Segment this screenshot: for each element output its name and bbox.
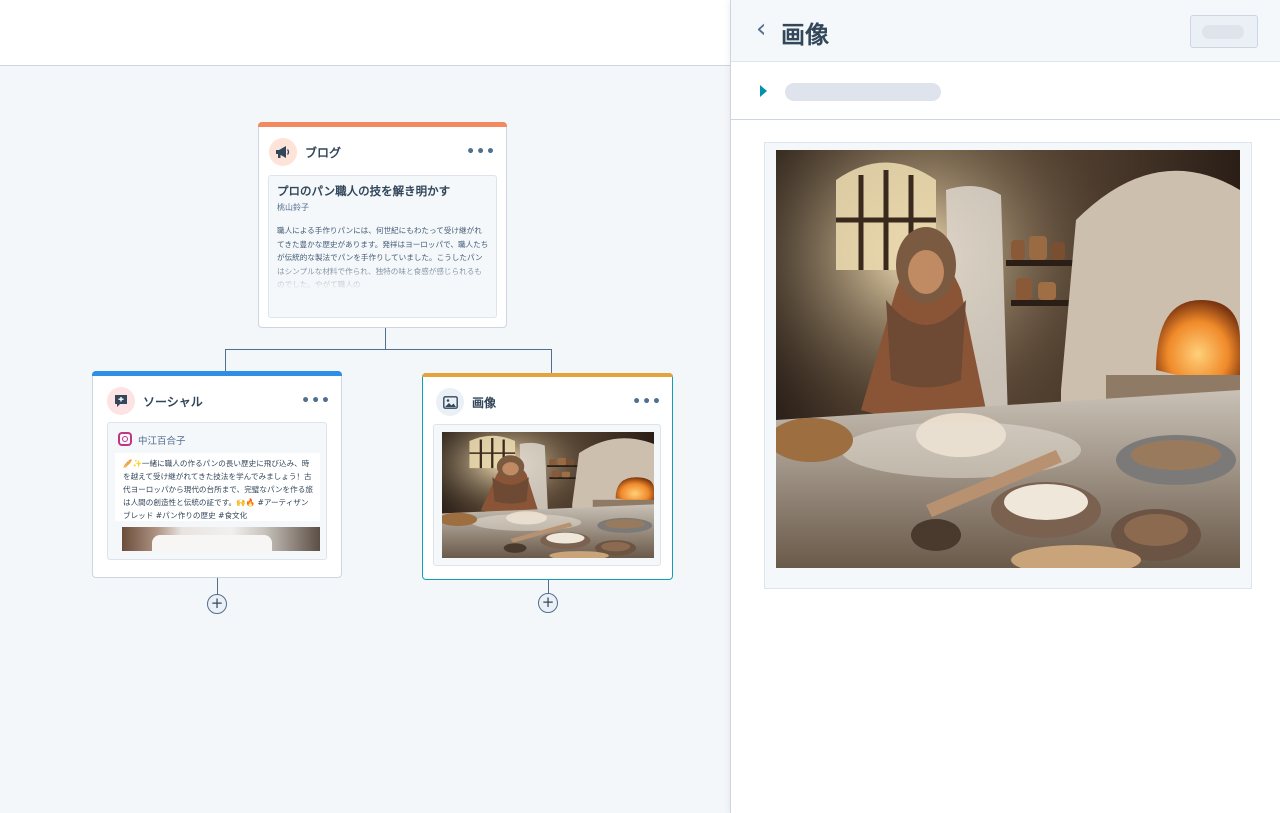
social-card[interactable]: ソーシャル ••• 中江百合子 🥖✨一緒に職人の作るパンの長い歴史に飛び込み、時… [92,371,342,578]
social-post-preview[interactable]: 中江百合子 🥖✨一緒に職人の作るパンの長い歴史に飛び込み、時を越えて受け継がれて… [107,422,327,560]
instagram-icon [118,432,132,446]
blog-card-title: ブログ [305,145,342,160]
social-card-more-icon[interactable]: ••• [301,393,331,409]
social-card-title: ソーシャル [143,394,203,409]
connector-left-drop [225,349,226,371]
bread-baking-photo [776,150,1240,568]
social-post-image [122,527,320,551]
image-detail-panel: ‹ 画像 [730,0,1280,813]
social-card-header: ソーシャル ••• [107,386,331,416]
image-card-title: 画像 [472,395,497,410]
add-stem-left [217,578,218,595]
blog-card[interactable]: ブログ ••• プロのパン職人の技を解き明かす 桃山鈴子 職人による手作りパンに… [258,122,507,328]
connector-horizontal [225,349,552,350]
panel-title: 画像 [781,21,829,49]
add-step-button-left[interactable]: + [207,594,227,614]
connector-vertical-top [385,328,386,350]
blog-card-stripe [258,122,507,127]
social-post-text: 🥖✨一緒に職人の作るパンの長い歴史に飛び込み、時を越えて受け継がれてきた技法を学… [115,453,320,521]
image-card-stripe [422,373,673,377]
panel-header: ‹ 画像 [731,0,1280,62]
blog-post-author: 桃山鈴子 [277,203,309,212]
bread-baking-thumbnail [442,432,654,558]
workflow-canvas: ブログ ••• プロのパン職人の技を解き明かす 桃山鈴子 職人による手作りパンに… [0,66,730,813]
image-card[interactable]: 画像 ••• [422,373,673,580]
canvas-toolbar [0,0,730,66]
blog-post-title: プロのパン職人の技を解き明かす [277,184,451,198]
social-card-stripe [92,371,342,376]
section-label-placeholder [785,83,941,101]
chat-bubble-icon [107,387,135,415]
image-card-header: 画像 ••• [436,387,662,417]
panel-action-button[interactable] [1190,15,1258,48]
image-preview-frame[interactable] [433,424,661,566]
megaphone-icon [269,138,297,166]
panel-section-toggle[interactable] [731,62,1280,120]
back-chevron-icon[interactable]: ‹ [756,14,766,44]
action-button-placeholder [1202,25,1244,39]
add-stem-right [548,580,549,594]
image-preview-container [764,142,1252,589]
social-account-name: 中江百合子 [138,436,186,447]
social-post-body: 🥖✨一緒に職人の作るパンの長い歴史に飛び込み、時を越えて受け継がれてきた技法を学… [123,459,313,520]
connector-right-drop [551,349,552,373]
image-card-more-icon[interactable]: ••• [632,394,662,410]
blog-card-header: ブログ ••• [269,137,496,167]
blog-post-body: 職人による手作りパンには、何世紀にもわたって受け継がれてきた豊かな歴史があります… [277,226,489,288]
expand-caret-icon[interactable] [760,85,767,97]
image-icon [436,388,464,416]
blog-card-more-icon[interactable]: ••• [466,144,496,160]
add-step-button-right[interactable]: + [538,593,558,613]
blog-post-preview[interactable]: プロのパン職人の技を解き明かす 桃山鈴子 職人による手作りパンには、何世紀にもわ… [268,175,497,318]
